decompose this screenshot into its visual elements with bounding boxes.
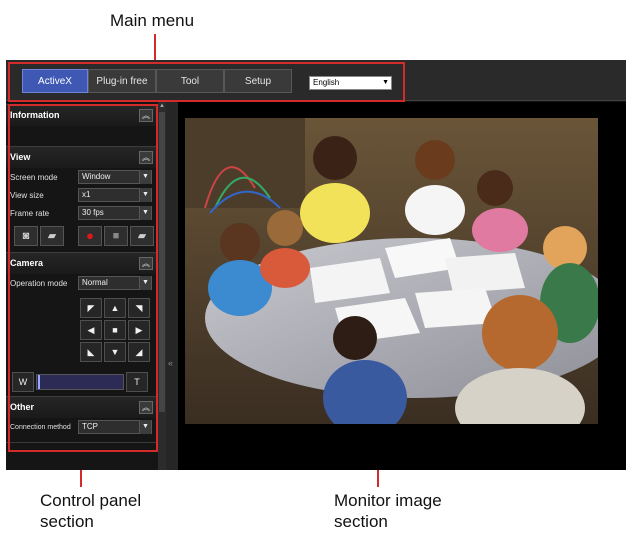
camera-live-image — [185, 118, 598, 424]
monitor-callout-line2: section — [334, 512, 388, 531]
scroll-up-icon[interactable]: ▲ — [159, 103, 165, 109]
monitor-image-section — [178, 102, 626, 470]
main-menu-highlight — [8, 62, 405, 102]
collapse-left-icon[interactable]: « — [168, 358, 173, 368]
main-menu-callout: Main menu — [110, 11, 195, 30]
control-panel-callout: Control panel section — [40, 490, 141, 532]
control-panel-highlight — [8, 104, 158, 452]
control-panel-callout-line2: section — [40, 512, 94, 531]
panel-collapse-strip[interactable]: « — [166, 102, 178, 470]
panel-scrollbar-thumb[interactable] — [159, 112, 165, 412]
monitor-callout: Monitor image section — [334, 490, 442, 532]
monitor-callout-line1: Monitor image — [334, 491, 442, 510]
control-panel-callout-line1: Control panel — [40, 491, 142, 510]
classroom-scene-image — [185, 118, 598, 424]
